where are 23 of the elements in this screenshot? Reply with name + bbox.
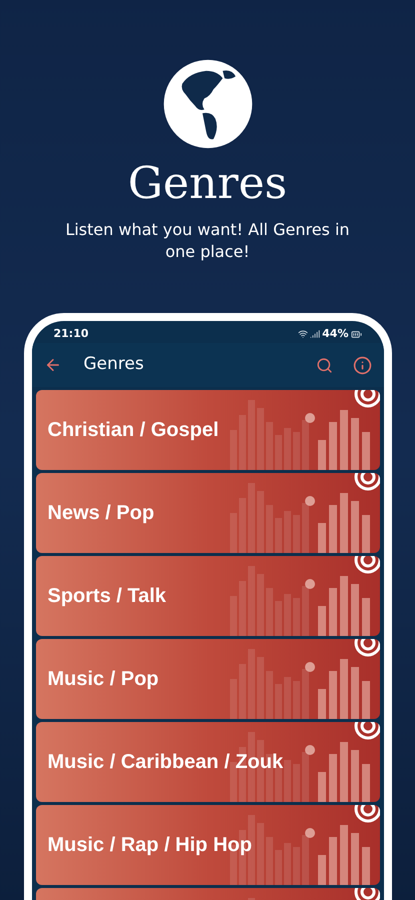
- globe-icon: [162, 58, 254, 150]
- info-icon[interactable]: [352, 356, 372, 374]
- app-bar-title: Genres: [84, 353, 145, 376]
- hero-subtitle: Listen what you want! All Genres in one place!: [64, 219, 351, 263]
- genre-card[interactable]: Music / Pop: [36, 639, 380, 719]
- genre-title: News / Pop: [46, 501, 154, 526]
- battery-level: 44%: [322, 326, 348, 342]
- genre-title: Music / Caribbean / Zouk: [46, 750, 284, 775]
- genre-card[interactable]: Sports / Talk: [36, 556, 380, 636]
- signal-icon: [310, 329, 320, 339]
- genre-card[interactable]: Christian / Gospel: [36, 390, 380, 470]
- genre-card[interactable]: News / Pop: [36, 473, 380, 553]
- genre-title: Sports / Talk: [46, 584, 166, 609]
- search-icon[interactable]: [316, 356, 332, 374]
- genre-title: Christian / Gospel: [46, 418, 219, 443]
- genre-card[interactable]: Music / Rap / Hip Hop: [36, 805, 380, 885]
- battery-icon: [350, 328, 362, 340]
- status-time: 21:10: [54, 326, 89, 342]
- wifi-icon: [298, 329, 308, 339]
- hero-title: Genres: [128, 157, 288, 211]
- genre-card[interactable]: Music / Caribbean / Zouk: [36, 722, 380, 802]
- genre-title: Music / Pop: [46, 667, 159, 692]
- genre-title: Music / Rap / Hip Hop: [46, 833, 252, 858]
